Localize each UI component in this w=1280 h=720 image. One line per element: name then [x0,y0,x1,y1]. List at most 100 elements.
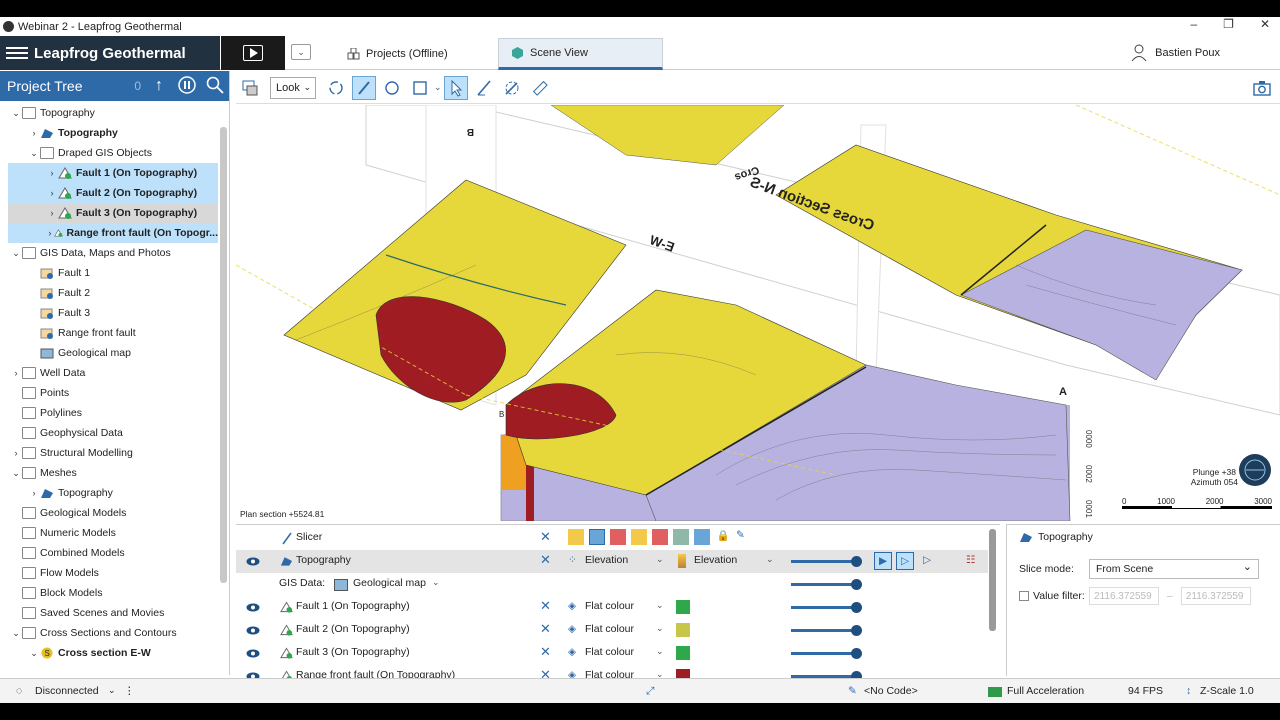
tree-item[interactable]: Points [0,383,229,403]
opacity-slider-knob[interactable] [851,602,862,613]
opacity-slider-knob[interactable] [851,579,862,590]
chevron-right-icon[interactable]: › [46,188,58,198]
style-dropdown-icon[interactable]: ⌄ [656,554,664,565]
tree-item[interactable]: Numeric Models [0,523,229,543]
axes-icon[interactable]: ⤢ [646,685,654,698]
tree-item[interactable]: ⌄ S Cross section E-W [0,643,229,663]
tree-item[interactable]: › Structural Modelling [0,443,229,463]
tree-item[interactable]: Block Models [0,583,229,603]
gis-data-dropdown-icon[interactable]: ⌄ [432,577,440,588]
chevron-right-icon[interactable]: › [28,128,40,138]
remove-shape-button[interactable]: ✕ [540,644,551,660]
visibility-eye-icon[interactable] [246,603,260,612]
tree-item[interactable]: Geological Models [0,503,229,523]
shape-list-row[interactable]: Topography ✕ ⁘ Elevation ⌄ Elevation ⌄ ▶ ▷ ▷ ☷ [236,550,988,573]
play-button[interactable] [221,36,285,70]
chevron-down-icon[interactable]: ⌄ [10,108,22,119]
legend-list-icon[interactable]: ☷ [966,554,975,566]
colour-swatch[interactable] [676,623,690,637]
tab-projects[interactable]: Projects (Offline) [335,38,495,70]
nav-dropdown-button[interactable]: ⌄ [291,44,311,60]
arrow-up-icon[interactable]: ↑ [149,76,169,96]
slicer-cube-icon[interactable] [652,529,668,545]
shape-list-row[interactable]: Fault 3 (On Topography) ✕ ◈ Flat colour ⌄ [236,642,988,665]
look-dropdown[interactable]: Look ⌄ [270,76,316,99]
tree-item[interactable]: Fault 1 [0,263,229,283]
shape-list-scrollbar[interactable] [989,529,996,631]
maximize-button[interactable]: ❐ [1223,17,1234,31]
lock-icon[interactable]: 🔒 [715,529,731,545]
colour-swatch[interactable] [676,600,690,614]
pause-icon[interactable] [177,76,197,96]
gis-data-value[interactable]: Geological map [353,577,426,589]
chevron-right-icon[interactable]: › [28,488,40,498]
tree-item[interactable]: Range front fault [0,323,229,343]
select-tool-button[interactable] [443,75,468,100]
clear-scene-button[interactable] [238,76,262,100]
scene-canvas[interactable]: Cross Section N-S E-W Cros A B B 0000 00… [236,105,1280,521]
slicer-remove-button[interactable]: ✕ [540,529,551,545]
code-status[interactable]: <No Code> [864,685,918,697]
slicer-cube-icon[interactable] [673,529,689,545]
opacity-slider-knob[interactable] [851,556,862,567]
opacity-slider[interactable] [791,648,862,659]
chevron-right-icon[interactable]: › [10,368,22,378]
slicer-cube-icon[interactable] [589,529,605,545]
slicer-cube-icon[interactable] [631,529,647,545]
tree-item[interactable]: › Fault 1 (On Topography) [8,163,218,183]
chevron-right-icon[interactable]: › [46,208,58,218]
visibility-eye-icon[interactable] [246,626,260,635]
frame-dropdown-icon[interactable]: ⌄ [434,82,442,93]
tree-item[interactable]: › Topography [0,483,229,503]
chevron-down-icon[interactable]: ⌄ [28,148,40,159]
tree-item[interactable]: › Well Data [0,363,229,383]
opacity-slider-knob[interactable] [851,625,862,636]
style-dropdown-icon[interactable]: ⌄ [656,600,664,611]
tab-scene-view[interactable]: Scene View [498,38,663,70]
tree-item[interactable]: Geophysical Data [0,423,229,443]
chevron-down-icon[interactable]: ⌄ [10,468,22,479]
camera-button[interactable] [1250,76,1274,100]
tree-item[interactable]: ⌄ Meshes [0,463,229,483]
tree-item[interactable]: Polylines [0,403,229,423]
value-filter-checkbox[interactable] [1019,591,1029,601]
sync-tool-button[interactable] [380,76,404,100]
style-dropdown-icon[interactable]: ⌄ [656,646,664,657]
more-options-icon[interactable]: ⋮ [124,685,135,697]
remove-shape-button[interactable]: ✕ [540,621,551,637]
zscale-readout[interactable]: Z-Scale 1.0 [1200,685,1254,697]
slicer-cube-icon[interactable] [694,529,710,545]
colour-dropdown-icon[interactable]: ⌄ [766,554,774,565]
opacity-slider-knob[interactable] [851,648,862,659]
tree-item[interactable]: ⌄ GIS Data, Maps and Photos [0,243,229,263]
colour-swatch[interactable] [676,646,690,660]
tree-item[interactable]: › Fault 2 (On Topography) [8,183,218,203]
tree-scrollbar[interactable] [220,127,227,583]
value-filter-max-input[interactable]: 2116.372559 [1180,587,1251,605]
tree-item[interactable]: Fault 2 [0,283,229,303]
edit-tool-button[interactable] [500,76,524,100]
slicer-cube-icon[interactable] [610,529,626,545]
tree-item[interactable]: ⌄ Cross Sections and Contours [0,623,229,643]
search-icon[interactable] [205,76,225,96]
visibility-eye-icon[interactable] [246,557,260,566]
tree-item[interactable]: ⌄ Draped GIS Objects [0,143,229,163]
tree-item[interactable]: Geological map [0,343,229,363]
tree-item[interactable]: Fault 3 [0,303,229,323]
tree-item[interactable]: Flow Models [0,563,229,583]
chevron-right-icon[interactable]: › [46,228,54,238]
opacity-slider[interactable] [791,602,862,613]
draw-tool-button[interactable] [352,75,376,100]
tree-item[interactable]: › Range front fault (On Topogr... [8,223,218,243]
tree-item[interactable]: ⌄ Topography [0,103,229,123]
frame-tool-button[interactable] [408,76,432,100]
connection-dropdown[interactable]: ⌄ [108,685,116,696]
play-icon[interactable]: ▶ [874,552,892,570]
minimize-button[interactable]: – [1190,17,1197,31]
tree-item[interactable]: › Fault 3 (On Topography) [8,203,218,223]
user-menu[interactable]: Bastien Poux [1131,36,1220,70]
chevron-right-icon[interactable]: › [46,168,58,178]
opacity-slider[interactable] [791,556,862,567]
pen-tool-button[interactable] [472,76,496,100]
style-dropdown-icon[interactable]: ⌄ [656,623,664,634]
